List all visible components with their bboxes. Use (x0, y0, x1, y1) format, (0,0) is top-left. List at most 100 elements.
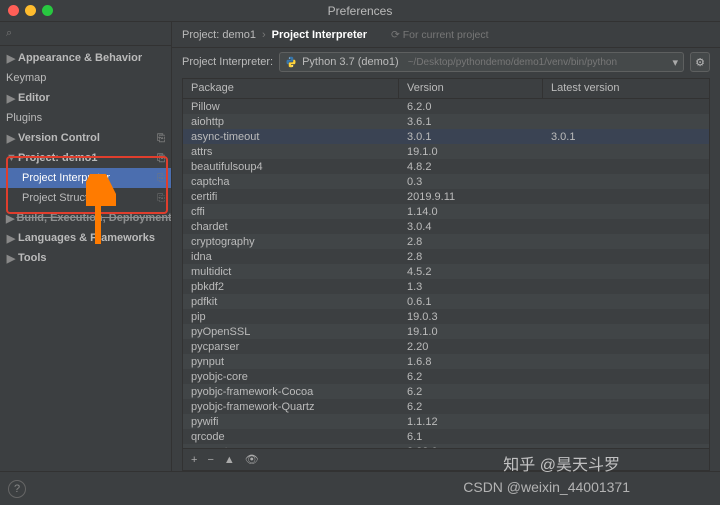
search-icon: ⌕ (6, 27, 12, 40)
sidebar-item[interactable]: Plugins (0, 108, 171, 128)
cell-package: pywifi (183, 416, 399, 428)
disclosure-icon: ▶ (6, 212, 14, 225)
table-row[interactable]: cryptography2.8 (183, 234, 709, 249)
table-row[interactable]: pyobjc-core6.2 (183, 369, 709, 384)
cell-package: pyobjc-framework-Cocoa (183, 386, 399, 398)
remove-button[interactable]: − (207, 454, 213, 466)
cell-package: pyobjc-core (183, 371, 399, 383)
cell-version: 2.8 (399, 236, 543, 248)
table-row[interactable]: pdfkit0.6.1 (183, 294, 709, 309)
help-button[interactable]: ? (8, 480, 26, 498)
project-scope-icon: ⎘ (157, 133, 165, 144)
cell-version: 19.1.0 (399, 146, 543, 158)
table-row[interactable]: pbkdf21.3 (183, 279, 709, 294)
sidebar-item[interactable]: ▶Version Control⎘ (0, 128, 171, 148)
table-toolbar: + − ▲ 👁 (183, 448, 709, 470)
table-row[interactable]: idna2.8 (183, 249, 709, 264)
packages-table: Package Version Latest version Pillow6.2… (182, 78, 710, 471)
cell-version: 3.6.1 (399, 116, 543, 128)
table-row[interactable]: pynput1.6.8 (183, 354, 709, 369)
table-row[interactable]: pip19.0.3 (183, 309, 709, 324)
python-icon (285, 56, 297, 68)
table-row[interactable]: pyOpenSSL19.1.0 (183, 324, 709, 339)
settings-tree: ▶Appearance & BehaviorKeymap▶EditorPlugi… (0, 46, 171, 471)
cell-package: attrs (183, 146, 399, 158)
titlebar: Preferences (0, 0, 720, 22)
sidebar-item[interactable]: ▶Editor (0, 88, 171, 108)
cell-package: cffi (183, 206, 399, 218)
search-input[interactable]: ⌕ (0, 22, 171, 46)
close-icon[interactable] (8, 5, 19, 16)
disclosure-icon: ▶ (6, 52, 16, 65)
sidebar-label: Plugins (6, 112, 42, 124)
sidebar-label: Build, Execution, Deployment (16, 212, 171, 224)
table-row[interactable]: certifi2019.9.11 (183, 189, 709, 204)
table-row[interactable]: aiohttp3.6.1 (183, 114, 709, 129)
table-row[interactable]: chardet3.0.4 (183, 219, 709, 234)
show-early-button[interactable]: 👁 (245, 453, 259, 466)
table-row[interactable]: pyobjc-framework-Cocoa6.2 (183, 384, 709, 399)
cell-package: Pillow (183, 101, 399, 113)
sidebar-label: Languages & Frameworks (18, 232, 155, 244)
cell-version: 0.3 (399, 176, 543, 188)
table-row[interactable]: qrcode6.1 (183, 429, 709, 444)
table-row[interactable]: cffi1.14.0 (183, 204, 709, 219)
maximize-icon[interactable] (42, 5, 53, 16)
table-row[interactable]: captcha0.3 (183, 174, 709, 189)
breadcrumb-project[interactable]: Project: demo1 (182, 29, 256, 41)
table-row[interactable]: pyobjc-framework-Quartz6.2 (183, 399, 709, 414)
traffic-lights (8, 5, 53, 16)
interpreter-path: ~/Desktop/pythondemo/demo1/venv/bin/pyth… (408, 57, 617, 68)
add-button[interactable]: + (191, 454, 197, 466)
cell-package: multidict (183, 266, 399, 278)
cell-package: pyOpenSSL (183, 326, 399, 338)
cell-package: qrcode (183, 431, 399, 443)
cell-version: 19.0.3 (399, 311, 543, 323)
table-row[interactable]: pycparser2.20 (183, 339, 709, 354)
col-package[interactable]: Package (183, 79, 399, 98)
main-area: ⌕ ▶Appearance & BehaviorKeymap▶EditorPlu… (0, 22, 720, 471)
cell-version: 4.8.2 (399, 161, 543, 173)
sidebar-label: Tools (18, 252, 47, 264)
table-row[interactable]: attrs19.1.0 (183, 144, 709, 159)
sidebar-item[interactable]: ▶Appearance & Behavior (0, 48, 171, 68)
cell-version: 6.2 (399, 401, 543, 413)
sidebar-label: Project Structure (22, 192, 104, 204)
upgrade-button[interactable]: ▲ (224, 454, 235, 466)
table-row[interactable]: beautifulsoup44.8.2 (183, 159, 709, 174)
content-pane: Project: demo1 › Project Interpreter For… (172, 22, 720, 471)
sidebar-label: Version Control (18, 132, 100, 144)
sidebar-item[interactable]: ▶Languages & Frameworks (0, 228, 171, 248)
table-row[interactable]: multidict4.5.2 (183, 264, 709, 279)
cell-version: 2019.9.11 (399, 191, 543, 203)
breadcrumb: Project: demo1 › Project Interpreter For… (172, 22, 720, 48)
interpreter-select[interactable]: Python 3.7 (demo1) ~/Desktop/pythondemo/… (279, 52, 684, 72)
project-scope-icon: ⎘ (157, 173, 165, 184)
sidebar-item[interactable]: ▶Build, Execution, Deployment (0, 208, 171, 228)
cell-version: 6.2.0 (399, 101, 543, 113)
table-row[interactable]: Pillow6.2.0 (183, 99, 709, 114)
sidebar-item[interactable]: Project Structure⎘ (0, 188, 171, 208)
disclosure-icon: ▶ (6, 232, 16, 245)
cell-package: pdfkit (183, 296, 399, 308)
col-latest[interactable]: Latest version (543, 79, 709, 98)
sidebar-item[interactable]: ▶Tools (0, 248, 171, 268)
col-version[interactable]: Version (399, 79, 543, 98)
cell-version: 1.1.12 (399, 416, 543, 428)
cell-version: 3.0.1 (399, 131, 543, 143)
cell-package: pip (183, 311, 399, 323)
sidebar-item[interactable]: ▼Project: demo1⎘ (0, 148, 171, 168)
sidebar-label: Appearance & Behavior (18, 52, 142, 64)
sidebar-item[interactable]: Keymap (0, 68, 171, 88)
sidebar-item-project-interpreter[interactable]: Project Interpreter ⎘ (0, 168, 171, 188)
cell-version: 6.2 (399, 371, 543, 383)
sidebar-label: Project Interpreter (22, 172, 110, 184)
interpreter-label: Project Interpreter: (182, 56, 273, 68)
gear-button[interactable]: ⚙ (690, 52, 710, 72)
cell-version: 2.8 (399, 251, 543, 263)
minimize-icon[interactable] (25, 5, 36, 16)
sidebar: ⌕ ▶Appearance & BehaviorKeymap▶EditorPlu… (0, 22, 172, 471)
table-row[interactable]: pywifi1.1.12 (183, 414, 709, 429)
table-row[interactable]: async-timeout3.0.13.0.1 (183, 129, 709, 144)
disclosure-icon: ▶ (6, 92, 16, 105)
